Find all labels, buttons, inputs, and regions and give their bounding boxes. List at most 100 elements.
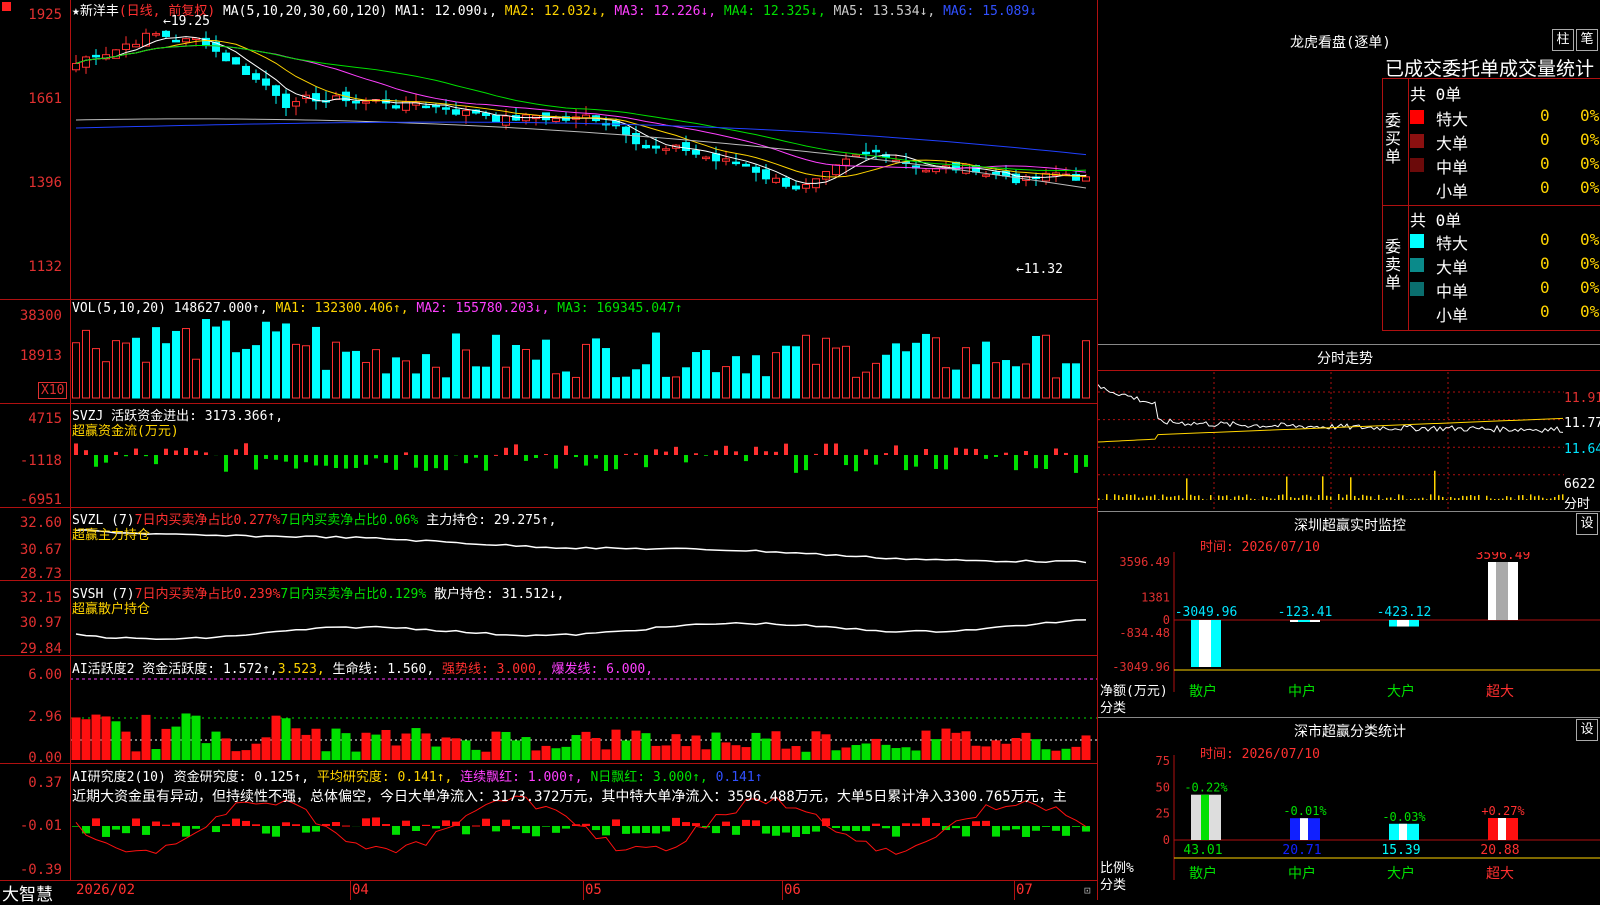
flow-bar [264,455,268,459]
volume-bar [813,364,820,398]
research-bar [992,826,1000,837]
intraday-vol-bar [1222,496,1224,500]
sell-total: 共 0单 [1410,207,1461,231]
intraday-vol-bar [1166,497,1168,500]
volume-bar [683,368,690,398]
intraday-vol-bar [1218,495,1220,500]
flow-bar [114,452,118,455]
kline-chart-area[interactable] [0,0,1098,900]
intraday-vol-bar [1434,471,1436,500]
intraday-vol-bar [1338,494,1340,500]
candle-body [773,178,780,182]
research-bar [302,826,310,833]
candle-body [713,154,720,161]
buy-row-xl[interactable]: 特大00% [1410,105,1600,129]
sc-settings-button[interactable]: 设 [1576,719,1598,741]
research-bar [102,826,110,837]
research-bar [362,818,370,826]
price-high-value: 19.25 [171,14,210,29]
sell-row-m[interactable]: 中单00% [1410,277,1600,301]
activity-bar [482,752,491,760]
activity-bar [352,752,361,760]
sc-bar-highlight [1201,795,1209,840]
sc-value-label: 20.88 [1480,843,1519,858]
volume-bar [523,349,530,398]
intraday-vol-bar [1178,495,1180,500]
research-bar [962,826,970,836]
intraday-chart[interactable] [1098,372,1564,510]
buy-row-l[interactable]: 大单00% [1410,129,1600,153]
volume-bar [703,351,710,398]
activity-bar [342,733,351,760]
intraday-vol-bar [1274,499,1276,500]
flow-bar [444,455,448,470]
sc-change-label: -0.22% [1184,781,1228,795]
flow-bar [584,455,588,466]
intraday-vol-bar [1346,495,1348,500]
research-bar [162,825,170,826]
intraday-vol-unit: 分时 [1564,493,1590,512]
candle-body [983,175,990,177]
activity-bar [182,713,191,760]
lock-icon[interactable]: ⊡ [1084,884,1091,897]
volume-bar [643,365,650,398]
research-bar [272,826,280,837]
intraday-vol-bar [1486,496,1488,500]
volume-bar [763,377,770,398]
vol-ma1: MA1: 132300.406↑, [276,301,409,316]
sell-row-s[interactable]: 小单00% [1410,301,1600,325]
sz-settings-button[interactable]: 设 [1576,513,1598,535]
buy-row-s[interactable]: 小单00% [1410,177,1600,201]
intraday-vol-bar [1350,477,1352,500]
research-bar [482,819,490,826]
sc-category-label: 中户 [1288,865,1316,882]
stock-name: 新洋丰 [80,4,119,19]
flow-bar [804,455,808,470]
sell-row-l[interactable]: 大单00% [1410,253,1600,277]
activity-bar [402,734,411,760]
price-tick-1: 1925 [0,7,62,23]
research-bar [932,823,940,826]
sz-monitor-chart[interactable]: 3596.4913810-834.48-3049.96-3049.96散户-12… [1098,552,1600,732]
intraday-vol-bar [1358,498,1360,500]
sc-stats-chart[interactable]: 7550250-0.22%43.01散户-0.01%20.71中户-0.03%1… [1098,755,1600,900]
intraday-vol-bar [1506,496,1508,500]
activity-bar [1032,739,1041,760]
lhb-title: 龙虎看盘(逐单) [1290,32,1391,52]
sc-category-label: 大户 [1387,865,1415,882]
intraday-vol-bar [1466,496,1468,500]
flow-bar [974,449,978,455]
svsh-sell-ratio: 7日内买卖净占比0.129% [280,587,426,602]
svsh-holding: 散户持仓: 31.512↓, [434,587,564,602]
main-holding-line [76,530,1086,563]
buy-row-m[interactable]: 中单00% [1410,153,1600,177]
volume-bar [153,328,160,398]
intraday-vol-bar [1246,495,1248,500]
intraday-vol-bar [1406,499,1408,500]
svzl-tick-3: 28.73 [0,566,62,582]
activity-bar [772,731,781,760]
volume-bar [393,358,400,398]
vol-unit-badge[interactable]: X10 [38,382,67,399]
flow-bar [774,452,778,455]
bar-mode-button[interactable]: 柱 [1552,29,1574,51]
flow-bar [1044,455,1048,469]
activity-bar [222,738,231,760]
sell-row-xl[interactable]: 特大00% [1410,229,1600,253]
candle-body [693,150,700,154]
flow-bar [684,455,688,462]
sz-bar-highlight [1397,620,1409,627]
sell-row-xl-label: 特大 [1436,230,1468,254]
ma6-line [76,122,1086,154]
volume-bar [423,355,430,398]
volume-bar [593,339,600,398]
flow-bar [324,455,328,466]
volume-bar [363,362,370,398]
activity-bar [212,732,221,760]
volume-bar [733,357,740,398]
pen-mode-button[interactable]: 笔 [1576,29,1598,51]
volume-bar [1013,367,1020,398]
volume-bar [923,334,930,398]
activity-bar [1002,744,1011,760]
svzl-sub: 超赢主力持仓 [72,524,150,543]
